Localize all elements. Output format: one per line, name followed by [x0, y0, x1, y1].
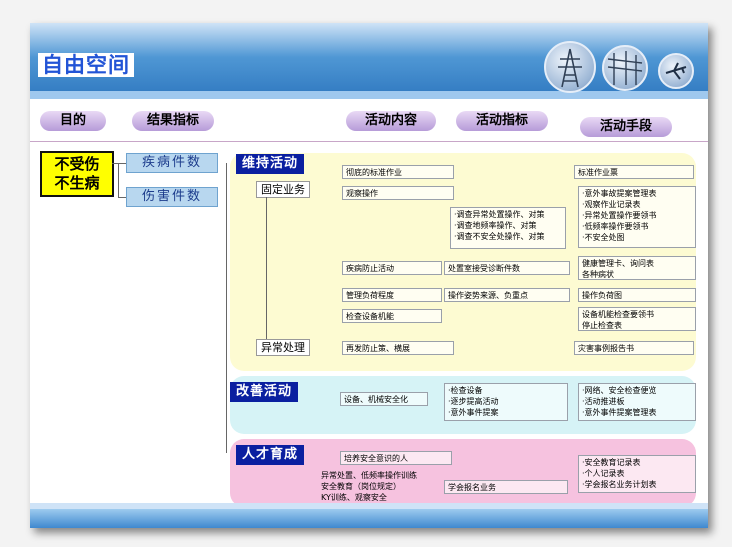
row-content-standard-work: 彻底的标准作业 [342, 165, 454, 179]
airplane-icon [658, 53, 694, 89]
page-title: 自由空间 [38, 53, 134, 77]
column-header-indicator: 活动指标 [456, 111, 548, 131]
row-means-standard-sheet: 标准作业票 [574, 165, 694, 179]
row-indicator-disease-prevention: 处置室接受诊断件数 [444, 261, 570, 275]
goal-line-2: 不生病 [54, 174, 100, 192]
result-injury-count: 伤害件数 [126, 187, 218, 207]
column-header-content: 活动内容 [346, 111, 436, 131]
row-content-observe: 观察操作 [342, 186, 454, 200]
row-means-observe: ·意外事故提案管理表 ·观察作业记录表 ·异常处置操作要领书 ·低频率操作要领书… [578, 186, 696, 248]
talent-indicator: 学会报名业务 [444, 480, 568, 494]
section-label-talent: 人才育成 [236, 445, 305, 465]
slide: 自由空间 目的 结果指标 活动内容 活动指标 活动手段 不受伤 不生病 疾病件数… [30, 23, 708, 528]
row-indicator-observe: ·调查异常处置操作、对策 ·调查地频率操作、对策 ·调查不安全处操作、对策 [450, 207, 566, 249]
improve-indicator: ·检查设备 ·逐步提高活动 ·意外事件提案 [444, 383, 568, 421]
row-content-equipment-check: 检查设备机能 [342, 309, 442, 323]
connector [112, 163, 126, 164]
row-means-recurrence-prevention: 灾害事例报告书 [574, 341, 694, 355]
talent-content: 异常处置、低频率操作训练 安全教育（岗位规定） KY训练、观察安全 [321, 471, 417, 502]
power-lines-icon [602, 45, 648, 91]
transmission-tower-icon [544, 41, 596, 93]
improve-content: 设备、机械安全化 [340, 392, 428, 406]
section-label-improve: 改善活动 [230, 382, 299, 402]
goal-line-1: 不受伤 [54, 155, 100, 173]
abnormal-handling-label: 异常处理 [256, 339, 310, 356]
column-header-means: 活动手段 [580, 117, 672, 137]
row-content-disease-prevention: 疾病防止活动 [342, 261, 442, 275]
column-header-purpose: 目的 [40, 111, 106, 131]
row-content-load-management: 管理负荷程度 [342, 288, 442, 302]
footer-bar [30, 509, 708, 528]
section-label-maintain: 维持活动 [236, 154, 305, 174]
fixed-business-label: 固定业务 [256, 181, 310, 198]
talent-means: ·安全教育记录表 ·个人记录表 ·学会报名业务计划表 [578, 455, 696, 493]
row-content-recurrence-prevention: 再发防止策、横展 [342, 341, 454, 355]
header-divider [30, 141, 708, 142]
improve-means: ·网络、安全检查便览 ·活动推进板 ·意外事件提案管理表 [578, 383, 696, 421]
row-means-disease-prevention: 健康管理卡、询问表 各种病状 [578, 256, 696, 280]
connector [118, 163, 119, 197]
column-header-result: 结果指标 [132, 111, 214, 131]
row-means-equipment-check: 设备机能检查要领书 停止检查表 [578, 307, 696, 331]
connector [266, 197, 267, 339]
goal-box: 不受伤 不生病 [40, 151, 114, 197]
main-spine [226, 163, 227, 453]
connector [118, 197, 126, 198]
header-stripe [30, 91, 708, 99]
row-indicator-load-management: 操作姿势来源、负重点 [444, 288, 570, 302]
row-means-load-management: 操作负荷图 [578, 288, 696, 302]
talent-sub: 培养安全意识的人 [340, 451, 452, 465]
result-disease-count: 疾病件数 [126, 153, 218, 173]
